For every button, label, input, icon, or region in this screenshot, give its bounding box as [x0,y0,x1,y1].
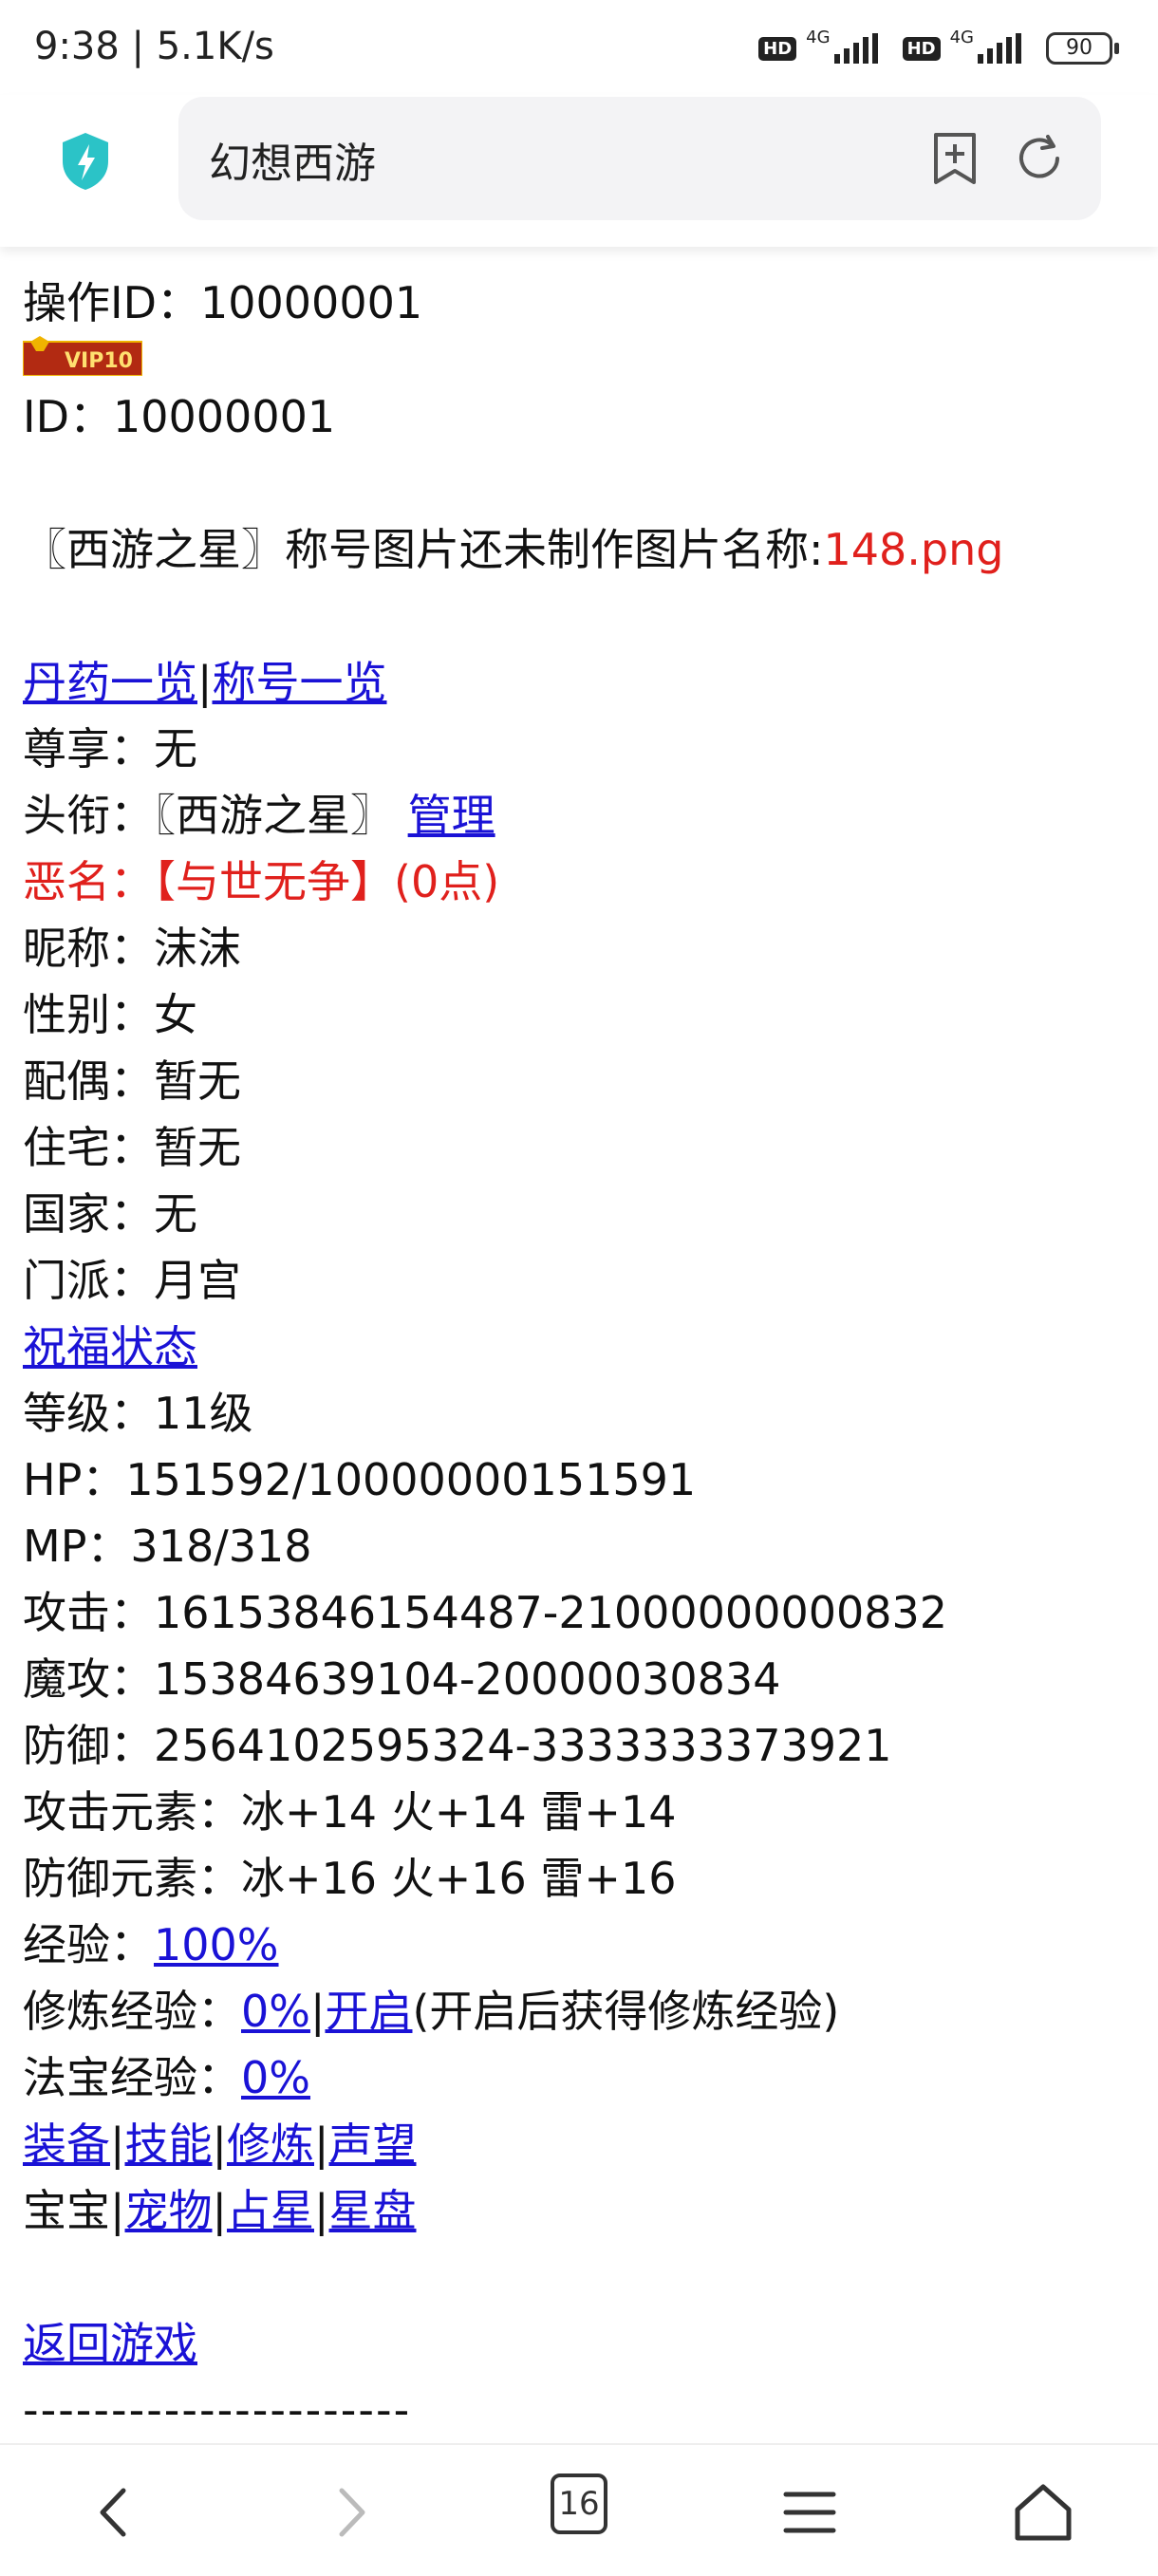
attack-row: 攻击：16153846154487-21000000000832 [23,1587,948,1638]
hd-icon: HD [758,36,797,61]
home-icon[interactable] [1010,2479,1076,2546]
touxian-text: 头衔：〖西游之星〗 [23,790,394,841]
title-list-link[interactable]: 称号一览 [213,657,387,708]
cultivate-separator: | [309,1986,326,2037]
signal-icon [978,33,1021,64]
gender-row: 性别：女 [23,989,197,1040]
nav-links-row-2: 宝宝|宠物|占星|星盘 [23,2185,417,2236]
title-notice-filename: 148.png [823,524,1004,575]
hd-icon: HD [902,36,941,61]
level-row: 等级：11级 [23,1388,253,1439]
exp-row: 经验：100% [23,1912,1143,1978]
country-row: 国家：无 [23,1188,197,1240]
security-shield-icon[interactable] [59,131,112,192]
infamy-row: 恶名：【与世无争】(0点) [23,856,500,907]
hp-row: HP：151592/10000000151591 [23,1454,697,1505]
treasure-value-link[interactable]: 0% [241,2052,310,2103]
signal-icon [833,33,878,64]
cultivate-note: (开启后获得修炼经验) [412,1986,840,2037]
menu-icon[interactable] [776,2479,843,2546]
baby-label: 宝宝 [23,2185,110,2236]
touxian-manage-link[interactable]: 管理 [408,790,495,841]
vip-badge-icon: VIP10 [23,336,142,376]
pet-link[interactable]: 宠物 [125,2185,213,2236]
user-id: ID：10000001 [23,391,336,442]
cultivate-row: 修炼经验：0%|开启(开启后获得修炼经验) [23,1978,1143,2044]
pill-list-link[interactable]: 丹药一览 [23,657,197,708]
cultivation-link[interactable]: 修炼 [227,2119,314,2170]
sect-row: 门派：月宫 [23,1255,241,1306]
title-image-notice: 〖西游之星〗称号图片还未制作图片名称:148.png [23,516,1143,583]
top-links: 丹药一览|称号一览 [23,649,1143,716]
astrology-link[interactable]: 占星 [227,2185,314,2236]
status-time: 9:38 | 5.1K/s [34,25,274,68]
divider: ---------------------- [23,2384,412,2436]
nickname-row: 昵称：沫沫 [23,923,241,974]
spouse-row: 配偶：暂无 [23,1055,241,1107]
title-notice-text: 〖西游之星〗称号图片还未制作图片名称: [23,524,824,575]
mp-row: MP：318/318 [23,1521,312,1572]
magic-attack-row: 魔攻：15384639104-20000030834 [23,1653,781,1705]
back-to-game-link[interactable]: 返回游戏 [23,2318,197,2369]
nav-links-row-1: 装备|技能|修炼|声望 [23,2119,417,2170]
back-icon[interactable] [82,2479,148,2546]
page-content: 操作ID：10000001 VIP10 ID：10000001 〖西游之星〗称号… [23,270,1143,2443]
zunxiang-row: 尊享：无 [23,723,197,775]
vip-badge-text: VIP10 [65,349,133,373]
back-row: 返回游戏 [23,2310,1143,2377]
blessing-row: 祝福状态 [23,1314,1143,1380]
cultivate-label: 修炼经验： [23,1986,241,2037]
touxian-row: 头衔：〖西游之星〗 管理 [23,782,1143,849]
defense-row: 防御：2564102595324-3333333373921 [23,1720,892,1771]
add-bookmark-icon[interactable] [928,131,981,186]
address-bar[interactable]: 幻想西游 [178,97,1101,220]
network-type-label: 4G [806,27,831,47]
forward-icon[interactable] [317,2479,383,2546]
browser-toolbar: 幻想西游 [0,95,1158,247]
blessing-status-link[interactable]: 祝福状态 [23,1321,197,1372]
cultivate-value-link[interactable]: 0% [241,1986,310,2037]
network-type-label: 4G [949,27,974,47]
defense-elements-row: 防御元素：冰+16 火+16 雷+16 [23,1853,677,1904]
attack-elements-row: 攻击元素：冰+14 火+14 雷+14 [23,1786,677,1838]
cultivate-open-link[interactable]: 开启 [325,1986,412,2037]
page-title: 幻想西游 [209,140,376,188]
equipment-link[interactable]: 装备 [23,2119,110,2170]
home-row: 住宅：暂无 [23,1122,241,1173]
status-icons: HD 4G HD 4G 90 [758,28,1119,65]
skills-link[interactable]: 技能 [125,2119,213,2170]
star-chart-link[interactable]: 星盘 [329,2185,417,2236]
treasure-exp-row: 法宝经验：0% [23,2044,1143,2111]
operator-id: 操作ID：10000001 [23,277,423,328]
exp-value-link[interactable]: 100% [154,1919,279,1970]
tabs-button[interactable]: 16 [551,2473,607,2534]
reload-icon[interactable] [1012,131,1067,186]
treasure-label: 法宝经验： [23,2052,241,2103]
reputation-link[interactable]: 声望 [329,2119,417,2170]
link-separator: | [197,657,213,708]
status-bar: 9:38 | 5.1K/s HD 4G HD 4G 90 [0,0,1158,95]
exp-label: 经验： [23,1919,154,1970]
battery-icon: 90 [1046,32,1119,65]
browser-bottom-nav: 16 [0,2443,1158,2576]
